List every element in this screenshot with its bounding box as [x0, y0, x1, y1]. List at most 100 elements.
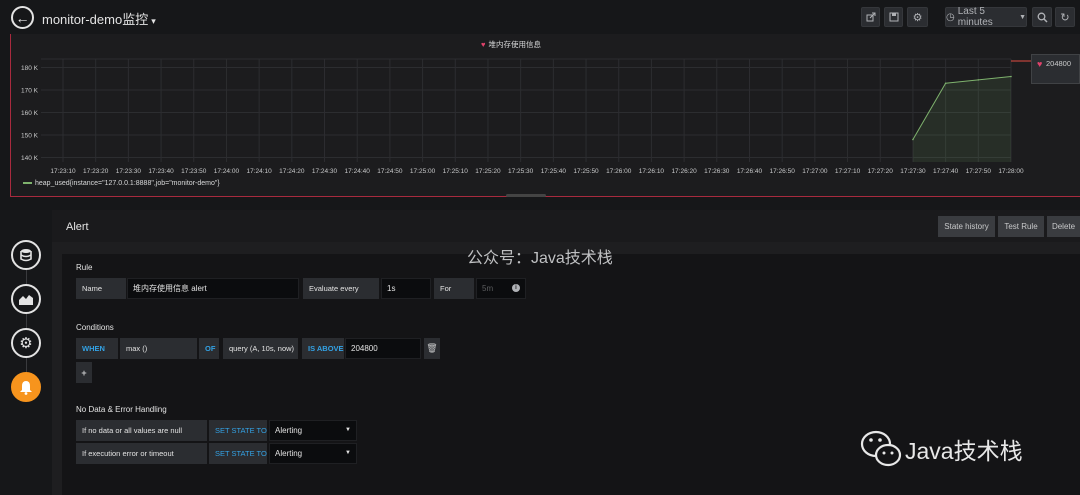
x-tick-label: 17:24:30	[312, 168, 338, 175]
no-data-state-value: Alerting	[275, 426, 303, 435]
refresh-icon: ↻	[1060, 11, 1070, 24]
series-area	[912, 76, 1011, 162]
x-tick-label: 17:25:40	[541, 168, 567, 175]
zoom-out-button[interactable]	[1032, 7, 1052, 27]
for-input[interactable]: 5m i	[476, 278, 526, 299]
threshold-input[interactable]: 204800	[345, 338, 421, 359]
x-tick-label: 17:25:10	[443, 168, 469, 175]
x-tick-label: 17:25:20	[475, 168, 501, 175]
queries-tab[interactable]	[11, 240, 41, 270]
save-button[interactable]	[884, 7, 903, 27]
error-set-state-label: SET STATE TO	[209, 443, 267, 464]
x-tick-label: 17:23:30	[116, 168, 142, 175]
x-tick-label: 17:23:10	[50, 168, 76, 175]
rule-name-input[interactable]: 堆内存使用信息 alert	[127, 278, 299, 299]
x-tick-label: 17:26:50	[770, 168, 796, 175]
gear-icon: ⚙	[912, 11, 923, 24]
time-picker-button[interactable]: ◷ Last 5 minutes ▼	[945, 6, 1027, 28]
error-state-select[interactable]: Alerting ▼	[269, 443, 357, 464]
x-tick-label: 17:26:30	[704, 168, 730, 175]
chevron-down-icon: ▼	[345, 427, 351, 433]
visualization-tab[interactable]	[11, 284, 41, 314]
add-condition-button[interactable]: +	[76, 362, 92, 383]
arrow-left-icon: ←	[15, 9, 30, 26]
refresh-button[interactable]: ↻	[1055, 7, 1075, 27]
chart-canvas[interactable]: 140 K 150 K 160 K 170 K 180 K 17:23:10 17:23:2…	[11, 34, 1031, 184]
x-tick-label: 17:24:10	[246, 168, 272, 175]
back-button[interactable]: ←	[11, 6, 34, 29]
for-placeholder: 5m	[482, 284, 494, 293]
for-label: For	[434, 278, 474, 299]
share-button[interactable]	[861, 7, 880, 27]
threshold-value: 204800	[1046, 59, 1072, 68]
share-icon	[866, 12, 875, 22]
gear-icon: ⚙	[19, 335, 33, 352]
y-tick-label: 140 K	[21, 155, 39, 162]
x-tick-label: 17:26:00	[606, 168, 632, 175]
x-tick-label: 17:27:00	[802, 168, 828, 175]
chart-area-icon	[19, 295, 33, 305]
x-tick-label: 17:28:00	[998, 168, 1024, 175]
trash-icon: 🗑	[426, 343, 438, 353]
x-tick-label: 17:25:00	[410, 168, 436, 175]
dashboard-title[interactable]: monitor-demo监控 ▾	[42, 9, 156, 28]
settings-button[interactable]: ⚙	[907, 7, 928, 27]
graph-panel: ♥ 堆内存使用信息 140 K 150 K 160 K 170 K 180 K 17:23:…	[10, 34, 1080, 197]
remove-condition-button[interactable]: 🗑	[424, 338, 440, 359]
query-select[interactable]: query (A, 10s, now)	[223, 338, 298, 359]
save-icon	[889, 12, 898, 22]
y-tick-label: 170 K	[21, 88, 39, 95]
x-tick-label: 17:27:50	[966, 168, 992, 175]
error-state-value: Alerting	[275, 449, 303, 458]
zoom-out-icon	[1037, 12, 1048, 23]
x-tick-label: 17:25:50	[573, 168, 599, 175]
evaluate-every-input[interactable]: 1s	[381, 278, 431, 299]
no-data-section-title: No Data & Error Handling	[76, 405, 167, 414]
x-tick-label: 17:27:10	[835, 168, 861, 175]
y-tick-label: 150 K	[21, 133, 39, 140]
x-tick-label: 17:25:30	[508, 168, 534, 175]
reducer-select[interactable]: max ()	[120, 338, 197, 359]
y-tick-label: 180 K	[21, 65, 39, 72]
x-tick-label: 17:23:40	[148, 168, 174, 175]
test-rule-button[interactable]: Test Rule	[998, 216, 1044, 237]
x-tick-label: 17:27:20	[868, 168, 894, 175]
top-navbar: ← monitor-demo监控 ▾ ⚙ ◷ Last 5 minutes ▼ ↻	[0, 0, 1080, 34]
delete-button[interactable]: Delete	[1047, 216, 1080, 237]
chart-legend[interactable]: heap_used{instance="127.0.0.1:8888",job=…	[23, 180, 220, 187]
plus-icon: +	[81, 367, 87, 378]
x-tick-label: 17:23:20	[83, 168, 109, 175]
threshold-handle[interactable]: ♥ 204800	[1031, 54, 1080, 84]
clock-icon: ◷	[946, 11, 955, 23]
time-range-label: Last 5 minutes	[957, 6, 993, 28]
y-tick-label: 160 K	[21, 110, 39, 117]
chevron-down-icon: ▼	[1019, 13, 1026, 21]
x-tick-label: 17:24:00	[214, 168, 240, 175]
panel-resize-handle[interactable]	[506, 194, 546, 197]
rule-section-title: Rule	[76, 263, 93, 272]
error-label: If execution error or timeout	[76, 443, 207, 464]
dashboard-title-text: monitor-demo监控	[42, 12, 149, 27]
evaluate-every-label: Evaluate every	[303, 278, 379, 299]
general-settings-tab[interactable]: ⚙	[11, 328, 41, 358]
x-tick-label: 17:27:30	[900, 168, 926, 175]
x-tick-label: 17:27:40	[933, 168, 959, 175]
alert-tab[interactable]	[11, 372, 41, 402]
data-point	[1010, 75, 1012, 78]
x-tick-label: 17:26:20	[671, 168, 697, 175]
x-tick-label: 17:26:10	[639, 168, 665, 175]
evaluator-select[interactable]: IS ABOVE	[302, 338, 344, 359]
no-data-set-state-label: SET STATE TO	[209, 420, 267, 441]
chevron-down-icon: ▼	[345, 450, 351, 456]
watermark-top: 公众号：Java技术栈	[467, 250, 613, 267]
info-icon: i	[512, 284, 520, 292]
watermark-bottom: Java技术栈	[905, 438, 1023, 464]
of-keyword: OF	[199, 338, 219, 359]
when-keyword: WHEN	[76, 338, 118, 359]
heart-icon: ♥	[1037, 59, 1043, 69]
x-tick-label: 17:24:20	[279, 168, 305, 175]
state-history-button[interactable]: State history	[938, 216, 995, 237]
no-data-state-select[interactable]: Alerting ▼	[269, 420, 357, 441]
data-point	[912, 138, 914, 141]
x-tick-label: 17:23:50	[181, 168, 207, 175]
